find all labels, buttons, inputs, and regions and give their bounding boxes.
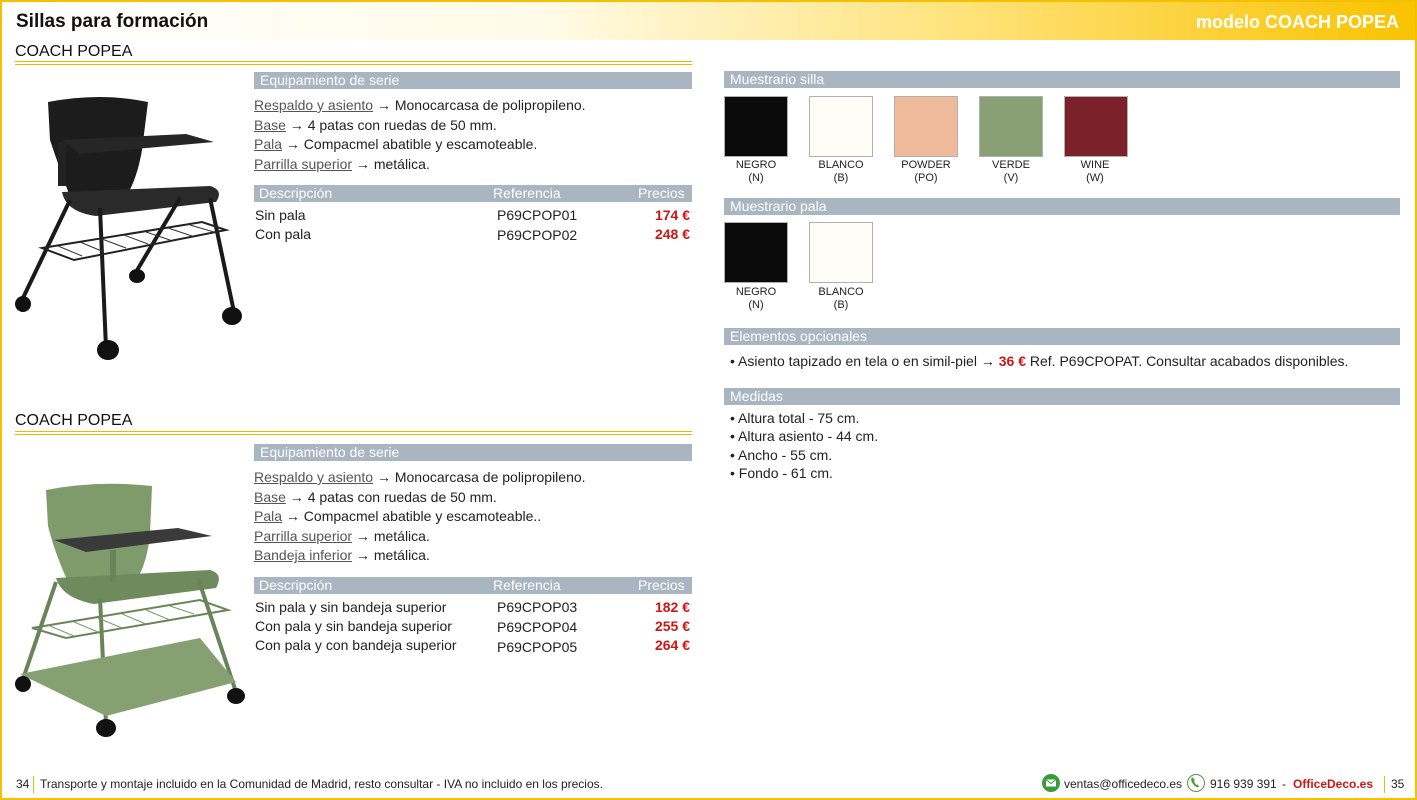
header-bar: Sillas para formación modelo COACH POPEA	[2, 2, 1415, 40]
feature-2-3: Pala → Compacmel abatible y escamoteable…	[254, 508, 542, 524]
feature-1-1: Respaldo y asiento → Monocarcasa de poli…	[254, 97, 586, 113]
medida-item: • Fondo - 61 cm.	[730, 465, 833, 481]
page-number-right: 35	[1391, 777, 1405, 791]
table-row-desc: Con pala y con bandeja superior	[255, 637, 457, 653]
email-icon	[1042, 774, 1060, 792]
feature-1-3: Pala → Compacmel abatible y escamoteable…	[254, 136, 538, 152]
equip-title-2: Equipamiento de serie	[254, 444, 692, 461]
opcional-item: • Asiento tapizado en tela o en simil-pi…	[730, 353, 1349, 369]
col-price: Precios	[638, 185, 685, 201]
swatch-label: WINE (W)	[1080, 159, 1110, 184]
swatch-label: POWDER (PO)	[901, 159, 951, 184]
table-row-price: 174 €	[654, 207, 690, 223]
swatch-silla-powder	[894, 96, 958, 157]
swatch-silla-negro	[724, 96, 788, 157]
footer-brand[interactable]: OfficeDeco.es	[1293, 777, 1373, 791]
table-row-price: 255 €	[654, 618, 690, 634]
feature-2-1: Respaldo y asiento → Monocarcasa de poli…	[254, 469, 586, 485]
chair-green-image	[15, 483, 245, 737]
product-2-name: COACH POPEA	[15, 412, 133, 429]
swatch-silla-wine	[1064, 96, 1128, 157]
phone-icon	[1187, 774, 1205, 792]
table-header-1: Descripción Referencia Precios	[254, 185, 692, 202]
table-row-price: 182 €	[654, 599, 690, 615]
feature-2-2: Base → 4 patas con ruedas de 50 mm.	[254, 489, 497, 505]
table-header-2: Descripción Referencia Precios	[254, 577, 692, 594]
table-row-ref: P69CPOP03	[497, 599, 578, 615]
table-row-desc: Con pala y sin bandeja superior	[255, 618, 452, 634]
footer-dash: -	[1282, 777, 1286, 791]
swatch-label: NEGRO (N)	[735, 286, 777, 311]
col-desc: Descripción	[259, 185, 333, 201]
table-row-desc: Sin pala y sin bandeja superior	[255, 599, 447, 615]
table-row-desc: Sin pala	[255, 207, 306, 223]
opcionales-title: Elementos opcionales	[724, 328, 1400, 345]
medida-item: • Ancho - 55 cm.	[730, 447, 833, 463]
page-title: Sillas para formación	[16, 11, 209, 32]
medida-item: • Altura asiento - 44 cm.	[730, 428, 879, 444]
medida-item: • Altura total - 75 cm.	[730, 410, 860, 426]
table-row-desc: Con pala	[255, 226, 312, 242]
footer-separator	[1384, 776, 1385, 793]
footer-separator	[33, 776, 34, 793]
col-ref: Referencia	[493, 577, 561, 593]
feature-2-4: Parrilla superior → metálica.	[254, 528, 430, 544]
feature-2-5: Bandeja inferior → metálica.	[254, 547, 430, 563]
swatch-silla-verde	[979, 96, 1043, 157]
swatch-label: BLANCO (B)	[818, 286, 864, 311]
product-1-name: COACH POPEA	[15, 43, 133, 60]
swatch-label: VERDE (V)	[992, 159, 1030, 184]
table-row-price: 264 €	[654, 637, 690, 653]
feature-1-4: Parrilla superior → metálica.	[254, 156, 430, 172]
table-row-ref: P69CPOP01	[497, 207, 578, 223]
model-title: modelo COACH POPEA	[1195, 12, 1399, 32]
equip-title-1: Equipamiento de serie	[254, 72, 692, 89]
product-2-divider	[15, 431, 692, 435]
muestrario-pala-title: Muestrario pala	[724, 198, 1400, 215]
product-1-divider	[15, 61, 692, 65]
table-row-ref: P69CPOP04	[497, 619, 578, 635]
footer-note: Transporte y montaje incluido en la Comu…	[40, 777, 603, 791]
table-row-ref: P69CPOP02	[497, 227, 578, 243]
swatch-pala-negro	[724, 222, 788, 283]
muestrario-silla-title: Muestrario silla	[724, 71, 1400, 88]
table-row-price: 248 €	[654, 226, 690, 242]
chair-black-image	[15, 97, 242, 360]
col-desc: Descripción	[259, 577, 333, 593]
medidas-title: Medidas	[724, 388, 1400, 405]
col-ref: Referencia	[493, 185, 561, 201]
swatch-label: BLANCO (B)	[818, 159, 864, 184]
swatch-silla-blanco	[809, 96, 873, 157]
col-price: Precios	[638, 577, 685, 593]
footer-email[interactable]: ventas@officedeco.es	[1064, 777, 1182, 791]
page-number-left: 34	[16, 777, 30, 791]
footer-phone[interactable]: 916 939 391	[1210, 777, 1277, 791]
swatch-label: NEGRO (N)	[735, 159, 777, 184]
feature-1-2: Base → 4 patas con ruedas de 50 mm.	[254, 117, 497, 133]
table-row-ref: P69CPOP05	[497, 639, 578, 655]
swatch-pala-blanco	[809, 222, 873, 283]
